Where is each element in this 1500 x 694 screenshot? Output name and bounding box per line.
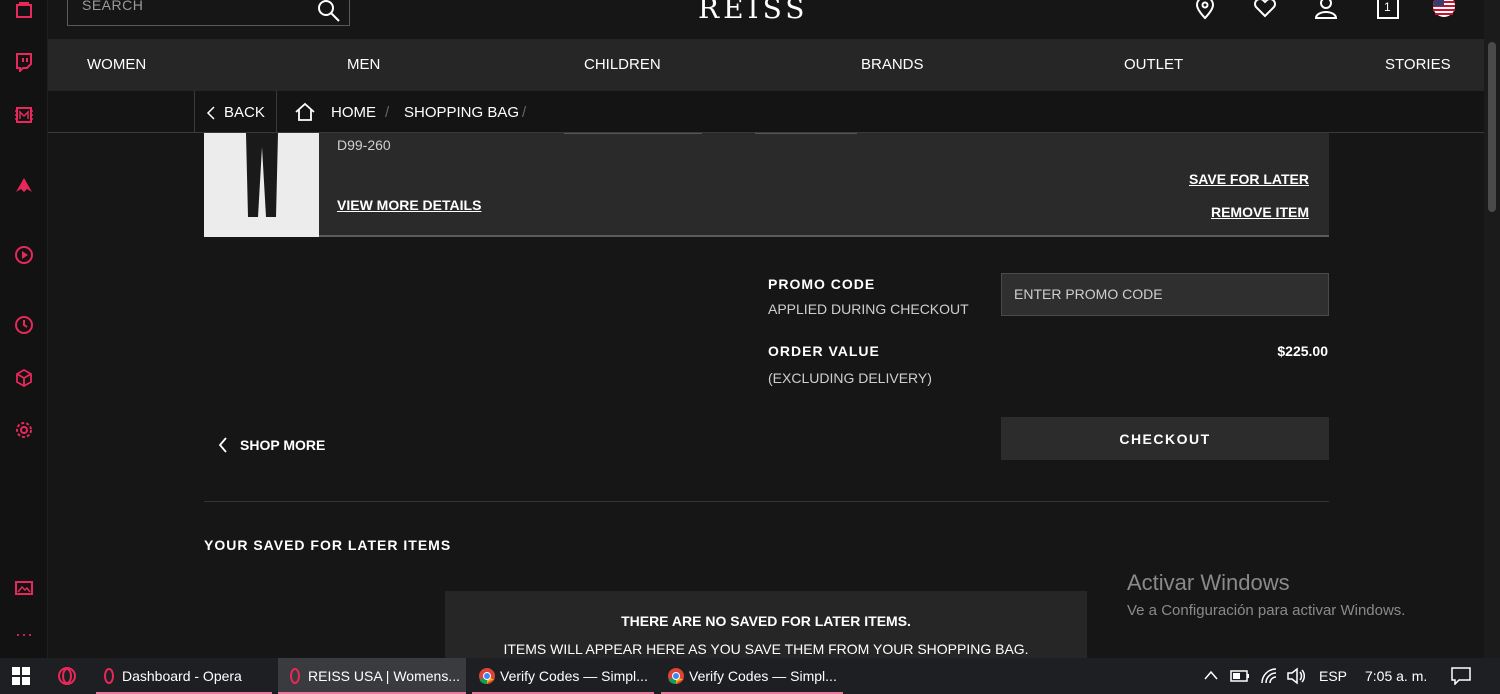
nav-children[interactable]: CHILDREN: [584, 56, 661, 73]
shopping-bag-icon[interactable]: [12, 0, 36, 22]
breadcrumb: BACK HOME / SHOPPING BAG /: [48, 91, 1484, 133]
saved-items-empty: THERE ARE NO SAVED FOR LATER ITEMS. ITEM…: [445, 591, 1087, 658]
search-field[interactable]: SEARCH: [67, 0, 350, 26]
crumb-current: SHOPPING BAG: [404, 104, 520, 121]
language-indicator[interactable]: ESP: [1319, 668, 1347, 684]
clock[interactable]: 7:05 a. m.: [1365, 668, 1427, 684]
crumb-separator: /: [522, 104, 527, 121]
wifi-icon[interactable]: [1260, 667, 1278, 685]
scrollbar-thumb[interactable]: [1488, 42, 1496, 212]
chrome-icon: [479, 668, 495, 685]
nav-outlet[interactable]: OUTLET: [1124, 56, 1183, 73]
search-icon[interactable]: [316, 0, 342, 23]
task-reiss-opera[interactable]: REISS USA | Womens...: [278, 658, 466, 694]
history-icon[interactable]: [12, 313, 36, 337]
product-image[interactable]: [204, 133, 319, 237]
empty-title: THERE ARE NO SAVED FOR LATER ITEMS.: [621, 613, 911, 629]
view-details-link[interactable]: VIEW MORE DETAILS: [337, 197, 481, 213]
bag-item-row: D99-260 VIEW MORE DETAILS SAVE FOR LATER…: [204, 133, 1329, 237]
shop-more-link[interactable]: SHOP MORE: [218, 437, 325, 453]
watermark-sub: Ve a Configuración para activar Windows.: [1127, 602, 1406, 619]
page-scrollbar[interactable]: [1484, 0, 1500, 658]
chevron-up-icon[interactable]: [1204, 670, 1218, 680]
wishlist-heart-icon[interactable]: [1251, 0, 1279, 22]
windows-taskbar: Dashboard - Opera REISS USA | Womens... …: [0, 658, 1500, 694]
nav-women[interactable]: WOMEN: [87, 56, 146, 73]
more-icon[interactable]: ···: [12, 622, 36, 646]
activation-watermark: Activar Windows Ve a Configuración para …: [1127, 570, 1405, 619]
task-verify-codes-1[interactable]: Verify Codes — Simpl...: [472, 658, 654, 694]
back-link[interactable]: BACK: [206, 104, 265, 121]
quantity-select[interactable]: [755, 133, 857, 134]
us-flag-icon[interactable]: [1430, 0, 1458, 22]
store-locator-icon[interactable]: [1191, 0, 1219, 22]
empty-sub: ITEMS WILL APPEAR HERE AS YOU SAVE THEM …: [503, 641, 1029, 657]
opera-icon: [290, 668, 300, 684]
order-value-amount: $225.00: [1277, 343, 1328, 359]
section-divider: [204, 501, 1329, 502]
save-for-later-link[interactable]: SAVE FOR LATER: [1189, 171, 1309, 187]
opera-icon: [104, 668, 114, 684]
twitch-icon[interactable]: [12, 50, 36, 74]
settings-icon[interactable]: [12, 418, 36, 442]
gallery-icon[interactable]: [12, 576, 36, 600]
crumb-divider: [276, 91, 277, 133]
crumb-divider: [194, 91, 195, 133]
chevron-left-icon: [206, 105, 215, 120]
checkout-button[interactable]: CHECKOUT: [1001, 417, 1329, 460]
bag-button[interactable]: 1: [1374, 0, 1402, 22]
account-icon[interactable]: [1312, 0, 1340, 22]
nav-brands[interactable]: BRANDS: [861, 56, 924, 73]
order-value-sub: (EXCLUDING DELIVERY): [768, 370, 932, 386]
volume-icon[interactable]: [1286, 667, 1306, 685]
task-verify-codes-2[interactable]: Verify Codes — Simpl...: [661, 658, 843, 694]
task-label: Dashboard - Opera: [122, 668, 242, 684]
product-code: D99-260: [337, 137, 391, 153]
cube-icon[interactable]: [12, 366, 36, 390]
task-label: Verify Codes — Simpl...: [500, 668, 648, 684]
windows-start-icon[interactable]: [12, 667, 30, 685]
opera-sidebar: ···: [0, 0, 48, 658]
search-placeholder: SEARCH: [82, 0, 144, 13]
task-label: REISS USA | Womens...: [308, 668, 460, 684]
mail-icon[interactable]: [12, 103, 36, 127]
nav-stories[interactable]: STORIES: [1385, 56, 1451, 73]
aria-icon[interactable]: [12, 173, 36, 197]
bag-count: 1: [1384, 0, 1391, 14]
home-icon[interactable]: [294, 102, 316, 122]
chevron-left-icon: [218, 437, 227, 453]
order-value-label: ORDER VALUE: [768, 343, 880, 359]
back-label: BACK: [224, 104, 265, 121]
notifications-icon[interactable]: [1451, 667, 1471, 685]
task-dashboard-opera[interactable]: Dashboard - Opera: [96, 658, 272, 694]
battery-icon[interactable]: [1230, 669, 1250, 683]
promo-code-input[interactable]: ENTER PROMO CODE: [1001, 273, 1329, 316]
trousers-icon: [246, 133, 278, 217]
crumb-separator: /: [385, 104, 390, 121]
size-select[interactable]: [564, 133, 702, 134]
crumb-home[interactable]: HOME: [331, 104, 376, 121]
nav-men[interactable]: MEN: [347, 56, 380, 73]
main-nav: WOMEN MEN CHILDREN BRANDS OUTLET STORIES: [48, 39, 1484, 91]
shop-more-label: SHOP MORE: [240, 437, 326, 453]
remove-item-link[interactable]: REMOVE ITEM: [1211, 204, 1309, 220]
watermark-title: Activar Windows: [1127, 570, 1290, 595]
opera-icon[interactable]: [58, 667, 76, 685]
player-icon[interactable]: [12, 243, 36, 267]
promo-label: PROMO CODE: [768, 276, 876, 292]
saved-items-title: YOUR SAVED FOR LATER ITEMS: [204, 537, 452, 553]
promo-sub: APPLIED DURING CHECKOUT: [768, 301, 969, 317]
chrome-icon: [668, 668, 684, 685]
brand-logo[interactable]: REISS: [698, 0, 808, 25]
task-label: Verify Codes — Simpl...: [689, 668, 837, 684]
site-header: SEARCH REISS 1: [48, 0, 1484, 39]
